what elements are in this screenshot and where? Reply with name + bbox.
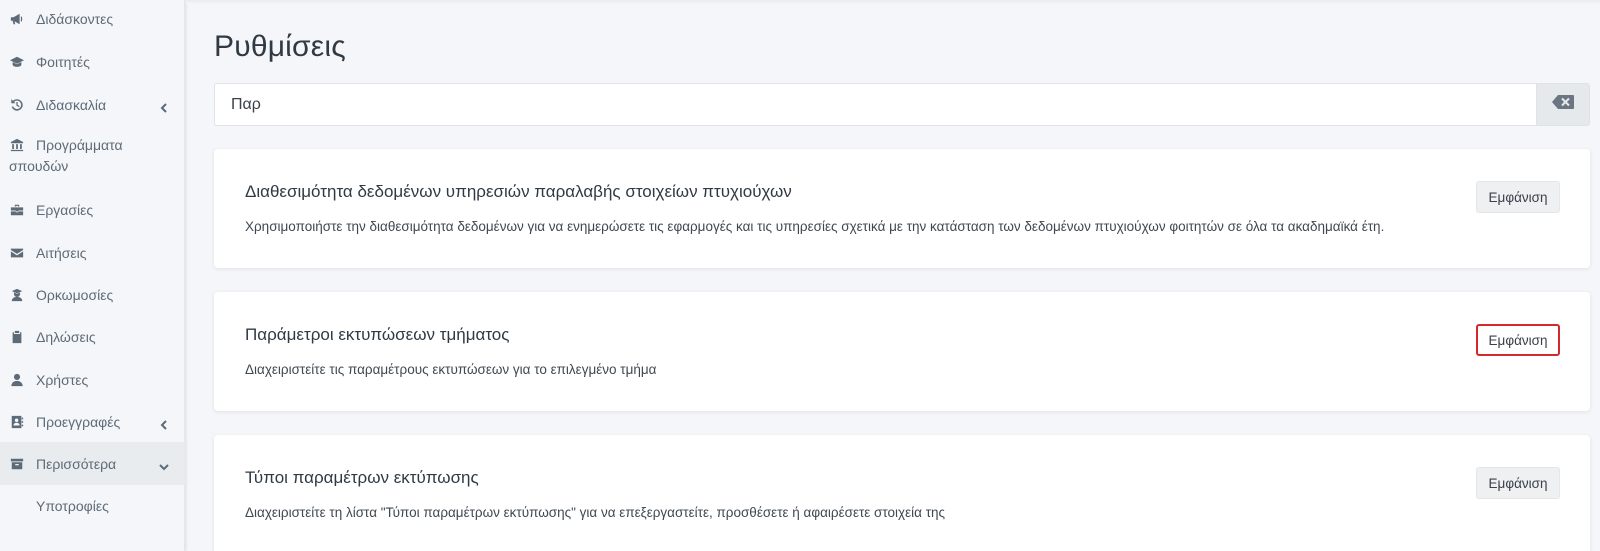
sidebar-item-graduations[interactable]: Ορκωμοσίες xyxy=(0,283,185,307)
sidebar-item-label: Χρήστες xyxy=(36,372,89,388)
graduate-user-icon xyxy=(9,287,25,303)
chevron-down-icon xyxy=(159,459,169,470)
archive-icon xyxy=(9,456,25,472)
settings-card: Τύποι παραμέτρων εκτύπωσης Διαχειριστείτ… xyxy=(214,435,1590,551)
sidebar-item-users[interactable]: Χρήστες xyxy=(0,368,185,392)
briefcase-icon xyxy=(9,202,25,218)
history-icon xyxy=(9,97,25,113)
settings-card: Παράμετροι εκτυπώσεων τμήματος Διαχειρισ… xyxy=(214,292,1590,411)
sidebar: Διδάσκοντες Φοιτητές Διδασκαλία Προγράμμ… xyxy=(0,0,185,551)
card-description: Διαχειριστείτε τις παραμέτρους εκτυπώσεω… xyxy=(245,362,657,377)
sidebar-item-label: Περισσότερα xyxy=(36,455,117,472)
address-book-icon xyxy=(9,414,25,430)
envelope-icon xyxy=(9,245,25,261)
search-input[interactable] xyxy=(214,83,1536,126)
university-icon xyxy=(9,137,25,153)
sidebar-item-label: Προγράμματα σπουδών xyxy=(9,137,123,174)
chevron-left-icon xyxy=(159,417,169,430)
sidebar-item-label: Διδάσκοντες xyxy=(36,11,114,27)
sidebar-item-label: Φοιτητές xyxy=(36,54,90,70)
user-icon xyxy=(9,372,25,388)
top-bar-shadow xyxy=(186,0,1600,4)
sidebar-item-declarations[interactable]: Δηλώσεις xyxy=(0,325,185,349)
sidebar-item-more[interactable]: Περισσότερα xyxy=(0,442,185,485)
card-title: Διαθεσιμότητα δεδομένων υπηρεσιών παραλα… xyxy=(245,182,792,201)
sidebar-item-study-programs[interactable]: Προγράμματα σπουδών xyxy=(0,135,185,179)
page-title: Ρυθμίσεις xyxy=(214,30,346,63)
sidebar-item-label: Προεγγραφές xyxy=(36,414,121,430)
sidebar-item-requests[interactable]: Αιτήσεις xyxy=(0,241,185,265)
graduation-cap-icon xyxy=(9,54,25,70)
sidebar-item-teaching[interactable]: Διδασκαλία xyxy=(0,93,185,117)
sidebar-item-label: Ορκωμοσίες xyxy=(36,287,114,303)
show-button[interactable]: Εμφάνιση xyxy=(1476,181,1560,213)
sidebar-item-label: Δηλώσεις xyxy=(36,329,96,345)
clipboard-icon xyxy=(9,329,25,345)
card-title: Παράμετροι εκτυπώσεων τμήματος xyxy=(245,325,510,344)
show-button[interactable]: Εμφάνιση xyxy=(1476,467,1560,499)
sidebar-item-label: Αιτήσεις xyxy=(36,245,87,261)
chevron-left-icon xyxy=(159,100,169,113)
settings-card: Διαθεσιμότητα δεδομένων υπηρεσιών παραλα… xyxy=(214,149,1590,268)
sidebar-item-assignments[interactable]: Εργασίες xyxy=(0,198,185,222)
backspace-icon xyxy=(1552,95,1574,114)
app-window: Διδάσκοντες Φοιτητές Διδασκαλία Προγράμμ… xyxy=(0,0,1600,551)
sidebar-item-preregistrations[interactable]: Προεγγραφές xyxy=(0,410,185,434)
card-title: Τύποι παραμέτρων εκτύπωσης xyxy=(245,468,479,487)
clear-search-button[interactable] xyxy=(1536,83,1590,126)
card-description: Χρησιμοποιήστε την διαθεσιμότητα δεδομέν… xyxy=(245,219,1385,234)
sidebar-item-teachers[interactable]: Διδάσκοντες xyxy=(0,7,185,31)
sidebar-item-scholarships[interactable]: Υποτροφίες xyxy=(0,494,185,518)
sidebar-item-students[interactable]: Φοιτητές xyxy=(0,50,185,74)
settings-search xyxy=(214,83,1590,126)
sidebar-item-label: Εργασίες xyxy=(36,202,94,218)
show-button-highlighted[interactable]: Εμφάνιση xyxy=(1476,324,1560,356)
card-description: Διαχειριστείτε τη λίστα "Τύποι παραμέτρω… xyxy=(245,505,946,520)
megaphone-icon xyxy=(9,11,25,27)
sidebar-item-label: Υποτροφίες xyxy=(36,498,109,514)
sidebar-item-label: Διδασκαλία xyxy=(36,97,107,113)
